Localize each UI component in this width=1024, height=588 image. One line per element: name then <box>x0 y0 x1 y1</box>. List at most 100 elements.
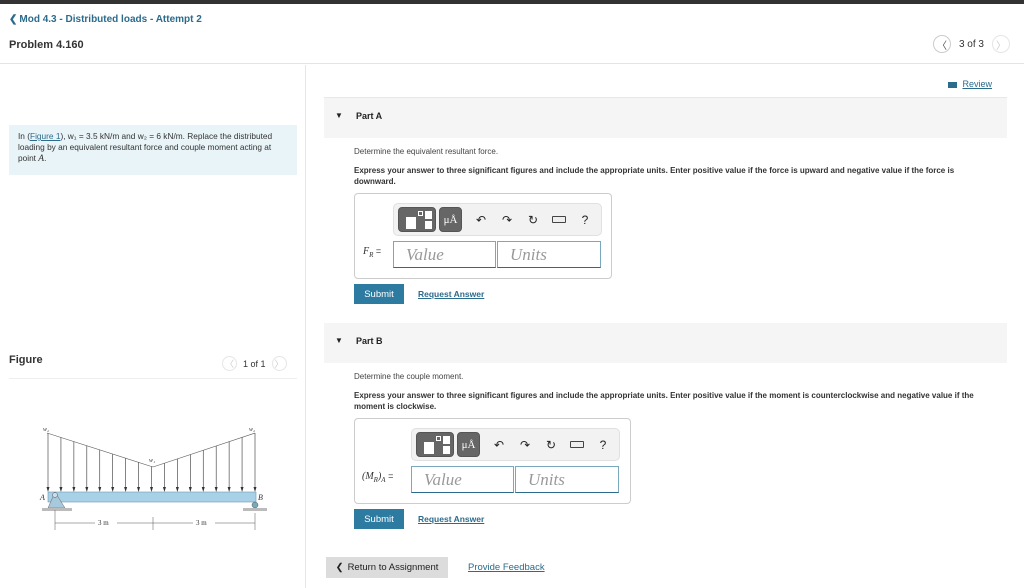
figure-link[interactable]: Figure 1 <box>30 131 60 141</box>
label-b: B <box>258 493 263 502</box>
load-arrow-head <box>175 487 179 492</box>
reset-icon[interactable]: ↻ <box>538 432 564 457</box>
help-icon[interactable]: ? <box>572 207 598 232</box>
part-b-answer-box: μÅ ↶ ↷ ↻ ? (MR)A = Value Units <box>354 418 631 504</box>
intro-w1: ), w₁ = 3.5 kN/m and <box>60 131 138 141</box>
part-a-header[interactable]: ▼ Part A <box>324 98 1007 138</box>
back-link-label: Mod 4.3 - Distributed loads - Attempt 2 <box>19 14 202 25</box>
load-arrow-head <box>150 487 153 492</box>
roller-support-b <box>243 501 267 511</box>
load-arrow-head <box>162 487 166 492</box>
beam-figure: w₂ w₁ w₂ A B 3 m 3 m <box>39 427 267 530</box>
load-arrow-head <box>124 487 128 492</box>
dimension-lines <box>54 510 256 530</box>
dimension-label-2: 3 m <box>196 519 207 527</box>
load-arrow-head <box>253 487 257 492</box>
previous-figure-button[interactable]: 〈 <box>222 356 237 371</box>
intro-prefix: In ( <box>18 131 30 141</box>
label-w2-left: w₂ <box>43 427 49 433</box>
dimension-label-1: 3 m <box>98 519 109 527</box>
problem-statement: In (Figure 1), w₁ = 3.5 kN/m and w₂ = 6 … <box>9 125 297 175</box>
intro-end: . <box>44 153 47 163</box>
part-b-submit-button[interactable]: Submit <box>354 509 404 529</box>
chevron-left-icon: 〈 <box>936 40 947 52</box>
load-arrow-head <box>227 487 231 492</box>
figure-pager: 〈 1 of 1 〉 <box>222 356 287 371</box>
chevron-left-icon: ❮ <box>9 14 18 25</box>
help-icon[interactable]: ? <box>590 432 616 457</box>
return-to-assignment-button[interactable]: ❮ Return to Assignment <box>326 557 448 578</box>
load-arrow-head <box>85 487 89 492</box>
return-label: Return to Assignment <box>347 562 439 573</box>
chevron-right-icon: 〉 <box>274 359 284 369</box>
undo-icon[interactable]: ↶ <box>468 207 494 232</box>
load-arrow-head <box>72 487 76 492</box>
label-w2-right: w₂ <box>249 427 255 433</box>
templates-button[interactable] <box>398 207 436 232</box>
part-a-submit-button[interactable]: Submit <box>354 284 404 304</box>
part-a-value-input[interactable]: Value <box>393 241 496 268</box>
keyboard-icon[interactable] <box>564 432 590 457</box>
part-b-label: Part B <box>356 336 383 346</box>
field-label-symbol: (M <box>362 471 374 482</box>
previous-problem-button[interactable]: 〈 <box>932 35 951 53</box>
templates-button[interactable] <box>416 432 454 457</box>
part-a-units-input[interactable]: Units <box>497 241 601 268</box>
header: ❮ Mod 4.3 - Distributed loads - Attempt 2… <box>0 4 1024 64</box>
part-a-answer-box: μÅ ↶ ↷ ↻ ? FR = Value Units <box>354 193 612 279</box>
part-b-instructions: Express your answer to three significant… <box>354 391 974 411</box>
field-label-sub2: A <box>381 476 386 484</box>
pager-text: 3 of 3 <box>958 38 984 50</box>
problem-pager: 〈 3 of 3 〉 <box>932 35 1010 53</box>
redo-icon[interactable]: ↷ <box>512 432 538 457</box>
provide-feedback-link[interactable]: Provide Feedback <box>468 562 545 573</box>
figure-title: Figure <box>9 354 43 366</box>
load-arrow-head <box>137 487 141 492</box>
part-b-units-input[interactable]: Units <box>515 466 619 493</box>
figure-divider <box>9 378 297 379</box>
redo-icon[interactable]: ↷ <box>494 207 520 232</box>
collapse-triangle-icon: ▼ <box>335 111 343 120</box>
part-b-value-input[interactable]: Value <box>411 466 514 493</box>
equals-sign: = <box>375 246 382 256</box>
keyboard-icon[interactable] <box>546 207 572 232</box>
part-b-question: Determine the couple moment. <box>354 372 464 381</box>
collapse-triangle-icon: ▼ <box>335 336 343 345</box>
chevron-right-icon: 〉 <box>996 40 1006 52</box>
load-arrow-head <box>201 487 205 492</box>
left-pane: In (Figure 1), w₁ = 3.5 kN/m and w₂ = 6 … <box>0 65 306 588</box>
chevron-left-icon: ❮ <box>335 562 344 573</box>
chevron-left-icon: 〈 <box>224 359 234 369</box>
part-b-request-answer-link[interactable]: Request Answer <box>418 514 484 524</box>
next-figure-button[interactable]: 〉 <box>271 356 287 371</box>
load-arrow-head <box>111 487 115 492</box>
reset-icon[interactable]: ↻ <box>520 207 546 232</box>
label-w1: w₁ <box>149 458 155 464</box>
part-a-question: Determine the equivalent resultant force… <box>354 147 499 156</box>
load-arrow-head <box>46 487 50 492</box>
field-label-sub: R <box>369 251 374 259</box>
load-arrow-head <box>98 487 102 492</box>
load-arrow-head <box>214 487 218 492</box>
book-icon <box>948 81 959 88</box>
right-pane: Review ▼ Part A Determine the equivalent… <box>307 65 1024 588</box>
undo-icon[interactable]: ↶ <box>486 432 512 457</box>
part-a-instructions: Express your answer to three significant… <box>354 166 955 186</box>
part-a-request-answer-link[interactable]: Request Answer <box>418 289 484 299</box>
next-problem-button[interactable]: 〉 <box>992 35 1010 53</box>
symbols-button[interactable]: μÅ <box>439 207 462 232</box>
math-toolbar: μÅ ↶ ↷ ↻ ? <box>393 203 602 236</box>
label-a: A <box>39 493 45 502</box>
figure-pager-text: 1 of 1 <box>243 358 266 369</box>
problem-title: Problem 4.160 <box>9 39 84 51</box>
load-arrow-head <box>59 487 63 492</box>
back-to-assignment-link[interactable]: ❮ Mod 4.3 - Distributed loads - Attempt 2 <box>9 14 202 25</box>
part-a-field-label: FR = <box>363 246 381 259</box>
load-arrow-head <box>240 487 244 492</box>
review-link[interactable]: Review <box>948 79 992 89</box>
symbols-button[interactable]: μÅ <box>457 432 480 457</box>
load-arrow-head <box>188 487 192 492</box>
review-label: Review <box>962 79 992 89</box>
equals-sign: = <box>388 471 394 481</box>
part-b-header[interactable]: ▼ Part B <box>324 323 1007 363</box>
